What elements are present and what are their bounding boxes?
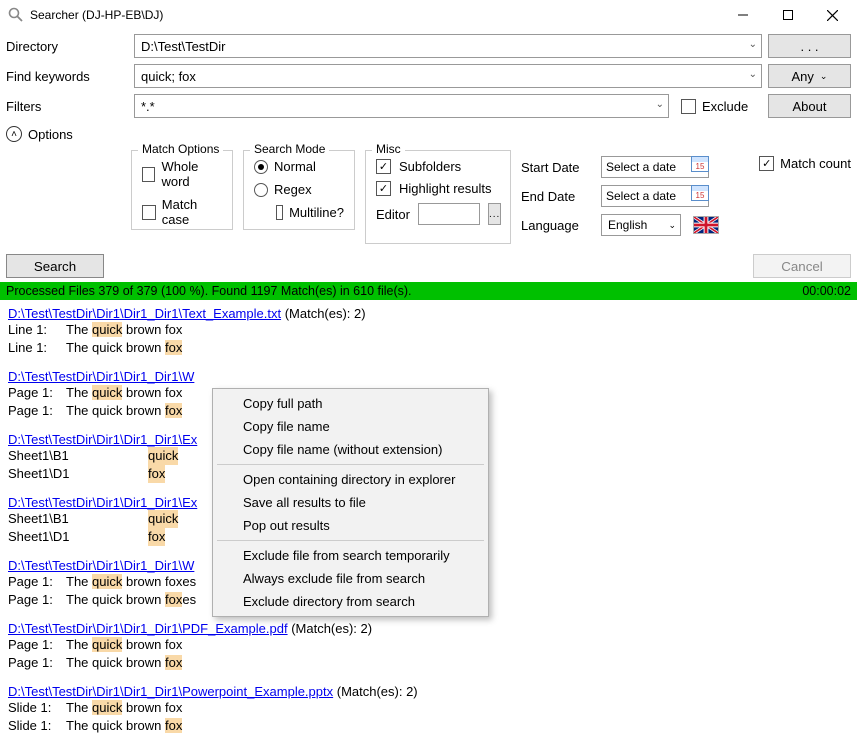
result-line: Slide 1:The quick brown fox: [8, 699, 849, 717]
highlight: fox: [148, 528, 165, 546]
end-date-label: End Date: [521, 189, 593, 204]
keywords-label: Find keywords: [6, 69, 128, 84]
chevron-up-icon: ˄: [6, 126, 22, 142]
filters-label: Filters: [6, 99, 128, 114]
exclude-checkbox[interactable]: [681, 99, 696, 114]
end-date-picker[interactable]: Select a date 15: [601, 185, 709, 207]
browse-button[interactable]: . . .: [768, 34, 851, 58]
highlight: fox: [165, 592, 182, 607]
search-button[interactable]: Search: [6, 254, 104, 278]
result-file-link[interactable]: D:\Test\TestDir\Dir1\Dir1_Dir1\Ex: [8, 495, 197, 510]
highlight: quick: [92, 322, 122, 337]
language-label: Language: [521, 218, 593, 233]
calendar-icon: 15: [691, 185, 709, 201]
highlight-checkbox[interactable]: ✓: [376, 181, 391, 196]
highlight: fox: [165, 655, 182, 670]
match-count-text: (Match(es): 2): [333, 684, 418, 699]
context-menu-item[interactable]: Save all results to file: [215, 491, 486, 514]
result-line: Page 1:The quick brown fox: [8, 654, 849, 672]
result-line: Slide 1:The quick brown fox: [8, 717, 849, 735]
context-menu-item[interactable]: Copy full path: [215, 392, 486, 415]
uk-flag-icon: [693, 216, 719, 234]
editor-input[interactable]: [418, 203, 480, 225]
minimize-button[interactable]: [720, 1, 765, 30]
filters-input[interactable]: ⌄: [134, 94, 669, 118]
match-count-text: (Match(es): 2): [288, 621, 373, 636]
exclude-label: Exclude: [702, 99, 748, 114]
highlight: quick: [92, 574, 122, 589]
result-block: D:\Test\TestDir\Dir1\Dir1_Dir1\Text_Exam…: [8, 306, 849, 357]
highlight: quick: [148, 510, 178, 528]
result-file-link[interactable]: D:\Test\TestDir\Dir1\Dir1_Dir1\PDF_Examp…: [8, 621, 288, 636]
result-file-link[interactable]: D:\Test\TestDir\Dir1\Dir1_Dir1\Powerpoin…: [8, 684, 333, 699]
editor-label: Editor: [376, 207, 410, 222]
close-button[interactable]: [810, 1, 855, 30]
highlight: quick: [148, 447, 178, 465]
keywords-input[interactable]: ⌄: [134, 64, 762, 88]
highlight: quick: [92, 385, 122, 400]
status-text: Processed Files 379 of 379 (100 %). Foun…: [6, 284, 412, 298]
subfolders-checkbox[interactable]: ✓: [376, 159, 391, 174]
context-menu-separator: [217, 540, 484, 541]
window-title: Searcher (DJ-HP-EB\DJ): [30, 8, 720, 22]
match-case-checkbox[interactable]: [142, 205, 156, 220]
context-menu-item[interactable]: Exclude directory from search: [215, 590, 486, 613]
any-button[interactable]: Any⌄: [768, 64, 851, 88]
highlight: fox: [165, 718, 182, 733]
context-menu-separator: [217, 464, 484, 465]
context-menu-item[interactable]: Pop out results: [215, 514, 486, 537]
match-options-group: Match Options Whole word Match case: [131, 150, 233, 230]
result-line: Line 1:The quick brown fox: [8, 321, 849, 339]
result-block: D:\Test\TestDir\Dir1\Dir1_Dir1\PDF_Examp…: [8, 621, 849, 672]
misc-group: Misc ✓Subfolders ✓Highlight results Edit…: [365, 150, 511, 244]
context-menu-item[interactable]: Copy file name: [215, 415, 486, 438]
match-count-label: Match count: [780, 156, 851, 171]
result-file-link[interactable]: D:\Test\TestDir\Dir1\Dir1_Dir1\Text_Exam…: [8, 306, 281, 321]
titlebar: Searcher (DJ-HP-EB\DJ): [0, 0, 857, 30]
status-time: 00:00:02: [802, 284, 851, 298]
highlight: fox: [148, 465, 165, 483]
directory-label: Directory: [6, 39, 128, 54]
cancel-button[interactable]: Cancel: [753, 254, 851, 278]
context-menu: Copy full pathCopy file nameCopy file na…: [212, 388, 489, 617]
highlight: quick: [92, 700, 122, 715]
match-count-checkbox[interactable]: ✓: [759, 156, 774, 171]
editor-browse-button[interactable]: ...: [488, 203, 501, 225]
maximize-button[interactable]: [765, 1, 810, 30]
result-block: D:\Test\TestDir\Dir1\Dir1_Dir1\Powerpoin…: [8, 684, 849, 735]
highlight: fox: [165, 403, 182, 418]
directory-input[interactable]: ⌄: [134, 34, 762, 58]
result-file-link[interactable]: D:\Test\TestDir\Dir1\Dir1_Dir1\Ex: [8, 432, 197, 447]
start-date-picker[interactable]: Select a date 15: [601, 156, 709, 178]
highlight: fox: [165, 340, 182, 355]
result-file-link[interactable]: D:\Test\TestDir\Dir1\Dir1_Dir1\W: [8, 558, 194, 573]
context-menu-item[interactable]: Exclude file from search temporarily: [215, 544, 486, 567]
result-line: Line 1:The quick brown fox: [8, 339, 849, 357]
status-bar: Processed Files 379 of 379 (100 %). Foun…: [0, 282, 857, 300]
multiline-checkbox[interactable]: [276, 205, 283, 220]
whole-word-checkbox[interactable]: [142, 167, 155, 182]
context-menu-item[interactable]: Always exclude file from search: [215, 567, 486, 590]
normal-radio[interactable]: [254, 160, 268, 174]
context-menu-item[interactable]: Open containing directory in explorer: [215, 468, 486, 491]
result-line: Page 1:The quick brown fox: [8, 636, 849, 654]
search-mode-group: Search Mode Normal Regex Multiline?: [243, 150, 355, 230]
calendar-icon: 15: [691, 156, 709, 172]
options-toggle[interactable]: ˄ Options: [0, 124, 857, 150]
app-icon: [8, 7, 24, 23]
match-count-text: (Match(es): 2): [281, 306, 366, 321]
highlight: quick: [92, 637, 122, 652]
start-date-label: Start Date: [521, 160, 593, 175]
context-menu-item[interactable]: Copy file name (without extension): [215, 438, 486, 461]
language-select[interactable]: English⌄: [601, 214, 681, 236]
about-button[interactable]: About: [768, 94, 851, 118]
result-file-link[interactable]: D:\Test\TestDir\Dir1\Dir1_Dir1\W: [8, 369, 194, 384]
regex-radio[interactable]: [254, 183, 268, 197]
